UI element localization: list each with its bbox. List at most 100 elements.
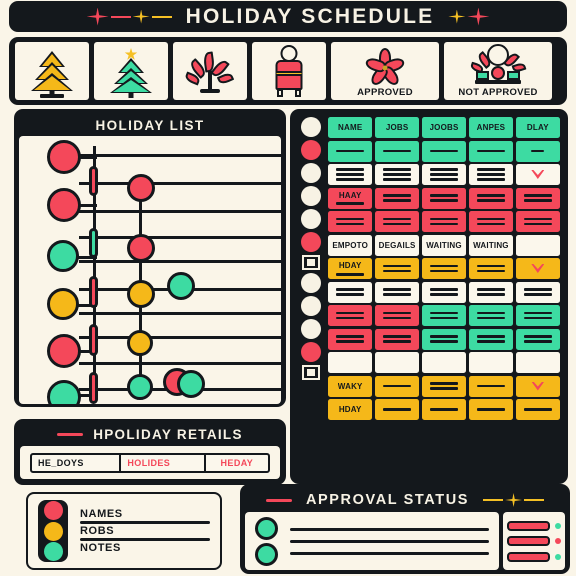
table-row[interactable]: WAKY — [328, 375, 561, 397]
table-cell[interactable] — [421, 164, 467, 185]
approval-item-pill[interactable] — [507, 551, 550, 562]
table-row[interactable] — [328, 305, 561, 326]
diagram-connector[interactable] — [79, 182, 281, 185]
table-cell[interactable] — [515, 399, 561, 420]
table-row[interactable] — [328, 140, 561, 162]
holiday-list-diagram[interactable] — [19, 136, 281, 404]
table-header-cell[interactable]: ANPES — [468, 117, 514, 138]
table-cell[interactable] — [421, 281, 467, 303]
table-cell[interactable] — [515, 258, 561, 279]
diagram-node-5[interactable] — [47, 288, 79, 320]
diagram-connector[interactable] — [79, 362, 281, 365]
table-cell[interactable] — [328, 352, 373, 373]
diagram-connector[interactable] — [79, 154, 281, 157]
table-cell[interactable] — [374, 258, 420, 279]
table-cell[interactable] — [328, 281, 373, 303]
table-cell[interactable] — [374, 281, 420, 303]
row-marker[interactable] — [301, 163, 321, 183]
table-cell[interactable]: HDAY — [328, 258, 373, 279]
row-marker[interactable] — [301, 117, 321, 137]
chevron-down-icon[interactable] — [531, 170, 545, 179]
table-cell[interactable] — [421, 352, 467, 373]
approval-item-pill[interactable] — [507, 520, 550, 531]
table-cell[interactable] — [468, 375, 514, 397]
row-marker[interactable] — [301, 186, 321, 206]
table-row-selector-rail[interactable] — [296, 117, 326, 477]
table-cell[interactable] — [468, 258, 514, 279]
table-cell[interactable] — [374, 399, 420, 420]
diagram-connector[interactable] — [79, 312, 281, 315]
row-marker[interactable] — [301, 319, 321, 339]
table-cell[interactable]: HAAY — [328, 187, 373, 209]
table-cell[interactable] — [515, 140, 561, 162]
table-cell[interactable] — [468, 399, 514, 420]
table-cell[interactable] — [421, 305, 467, 326]
diagram-cap-2[interactable] — [89, 276, 98, 308]
table-cell[interactable] — [374, 164, 420, 185]
diagram-node-0[interactable] — [47, 140, 81, 174]
table-row[interactable]: EMPOTO DEGAILS WAITING WAITING — [328, 234, 561, 256]
diagram-connector[interactable] — [79, 260, 281, 263]
table-cell[interactable] — [515, 164, 561, 185]
table-row[interactable]: HDAY — [328, 258, 561, 279]
holiday-details-tabs[interactable]: HE_DOYS HOLIDES HEDAY — [30, 452, 270, 473]
table-cell[interactable] — [374, 140, 420, 162]
table-row[interactable] — [328, 352, 561, 373]
table-header-cell[interactable]: JOBS — [374, 117, 420, 138]
table-cell[interactable] — [421, 328, 467, 350]
diagram-cap-4[interactable] — [89, 372, 98, 404]
table-cell[interactable] — [328, 140, 373, 162]
diagram-cap-0[interactable] — [89, 166, 98, 196]
tab-holides[interactable]: HOLIDES — [121, 454, 206, 471]
diagram-node-2[interactable] — [127, 174, 155, 202]
table-cell[interactable]: EMPOTO — [328, 234, 373, 256]
toolbar-item-christmas-tree-green[interactable] — [94, 42, 168, 100]
diagram-connector[interactable] — [79, 236, 281, 239]
approval-item-list[interactable] — [503, 512, 565, 570]
table-cell[interactable] — [515, 187, 561, 209]
table-cell[interactable] — [515, 305, 561, 326]
approval-item[interactable] — [507, 536, 561, 546]
approval-item[interactable] — [507, 551, 561, 562]
row-checkbox[interactable] — [302, 365, 320, 380]
table-cell[interactable] — [374, 328, 420, 350]
diagram-node-4[interactable] — [127, 234, 155, 262]
table-cell[interactable] — [515, 328, 561, 350]
diagram-connector[interactable] — [79, 210, 281, 213]
table-cell[interactable] — [421, 258, 467, 279]
diagram-node-11[interactable] — [127, 374, 153, 400]
tab-he-doys[interactable]: HE_DOYS — [32, 454, 122, 471]
schedule-table[interactable]: NAME JOBS JOOBS ANPES DLAY HAAY EMPOTO DEGAILS W… — [328, 117, 561, 420]
table-cell[interactable] — [374, 375, 420, 397]
diagram-cap-1[interactable] — [89, 228, 98, 258]
table-cell[interactable]: DEGAILS — [374, 234, 420, 256]
table-cell[interactable]: HDAY — [328, 399, 373, 420]
diagram-cap-3[interactable] — [89, 324, 98, 356]
table-header-cell[interactable]: NAME — [328, 117, 373, 138]
table-row[interactable]: NAME JOBS JOOBS ANPES DLAY — [328, 117, 561, 138]
table-cell[interactable] — [328, 211, 373, 232]
row-marker-active[interactable] — [301, 232, 321, 252]
table-cell[interactable] — [374, 187, 420, 209]
chevron-down-icon[interactable] — [531, 381, 545, 391]
table-row[interactable] — [328, 211, 561, 232]
table-row[interactable]: HAAY — [328, 187, 561, 209]
diagram-node-1[interactable] — [47, 188, 81, 222]
diagram-node-6[interactable] — [127, 280, 155, 308]
table-cell[interactable] — [468, 140, 514, 162]
table-cell[interactable] — [421, 211, 467, 232]
table-cell[interactable] — [374, 211, 420, 232]
row-marker[interactable] — [301, 209, 321, 229]
table-cell[interactable] — [468, 164, 514, 185]
tab-heday[interactable]: HEDAY — [206, 455, 268, 471]
toolbar-item-not-approved[interactable]: NOT APPROVED — [444, 42, 552, 100]
toolbar-item-santa-figure[interactable] — [252, 42, 326, 100]
table-cell[interactable] — [515, 375, 561, 397]
table-cell[interactable] — [468, 328, 514, 350]
row-marker[interactable] — [301, 273, 321, 293]
table-cell[interactable] — [468, 187, 514, 209]
toolbar-item-christmas-tree-yellow[interactable] — [15, 42, 89, 100]
table-cell[interactable] — [328, 305, 373, 326]
diagram-node-8[interactable] — [47, 334, 81, 368]
table-cell[interactable]: WAITING — [468, 234, 514, 256]
